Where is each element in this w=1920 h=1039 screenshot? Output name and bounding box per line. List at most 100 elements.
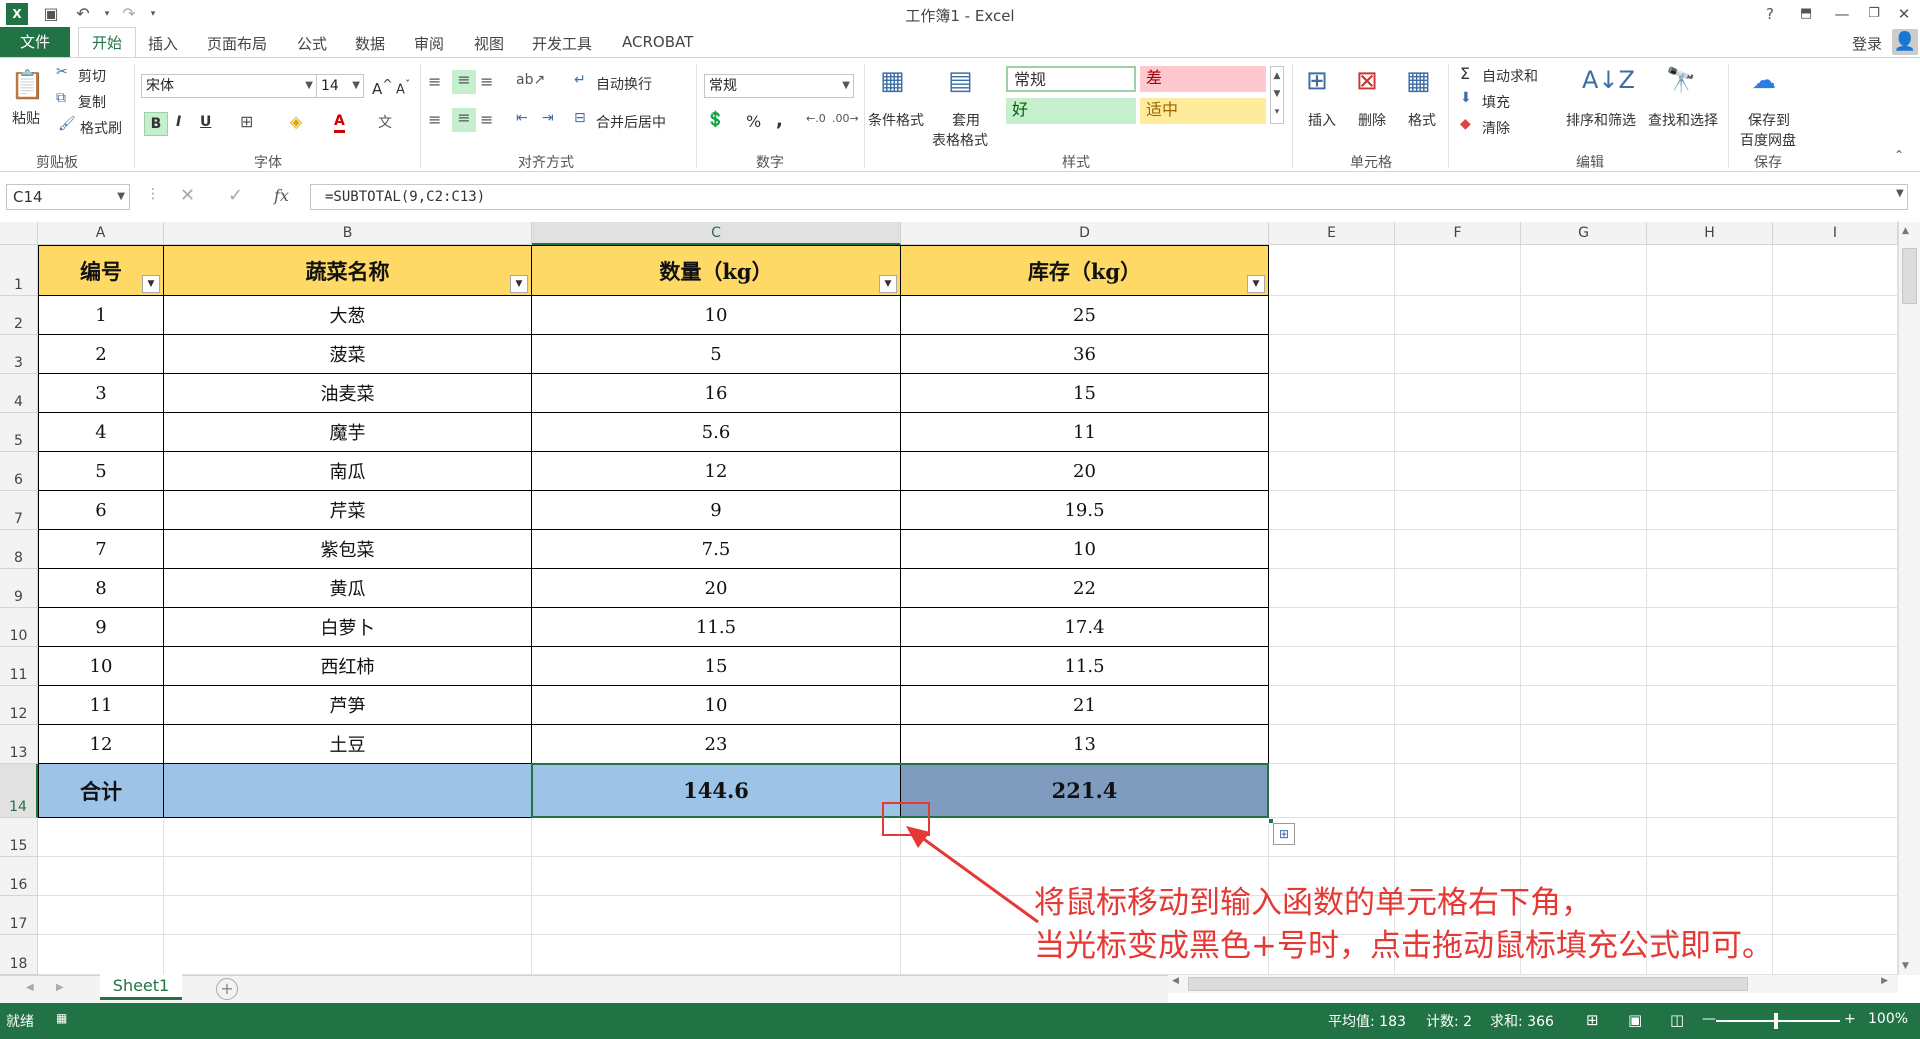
wrap-text-button[interactable]: 自动换行 (596, 74, 652, 94)
align-middle-icon[interactable]: ≡ (452, 70, 476, 94)
column-header-c[interactable]: C (532, 222, 901, 245)
table-cell[interactable]: 5 (38, 452, 164, 491)
paste-icon[interactable]: 📋 (10, 68, 45, 101)
column-header-g[interactable]: G (1521, 222, 1647, 245)
style-good[interactable]: 好 (1006, 98, 1136, 124)
font-color-icon[interactable]: A (334, 112, 345, 133)
total-cell[interactable] (164, 764, 532, 818)
table-cell[interactable]: 11 (901, 413, 1269, 452)
font-name-select[interactable]: 宋体 ▼ (141, 74, 317, 98)
tab-review[interactable]: 审阅 (414, 33, 444, 54)
table-cell[interactable]: 4 (38, 413, 164, 452)
sign-in-link[interactable]: 登录 (1852, 33, 1882, 54)
table-cell[interactable]: 6 (38, 491, 164, 530)
horizontal-scroll-thumb[interactable] (1188, 977, 1748, 991)
table-cell[interactable]: 黄瓜 (164, 569, 532, 608)
table-cell[interactable]: 20 (532, 569, 901, 608)
scroll-up-icon[interactable]: ▲ (1902, 226, 1909, 236)
vertical-scroll-thumb[interactable] (1902, 248, 1917, 304)
copy-button[interactable]: 复制 (78, 92, 106, 112)
table-cell[interactable]: 10 (532, 296, 901, 335)
table-cell[interactable]: 芦笋 (164, 686, 532, 725)
conditional-format-button[interactable]: 条件格式 (868, 110, 924, 130)
grow-font-icon[interactable]: A^ (372, 76, 393, 98)
tab-view[interactable]: 视图 (474, 33, 504, 54)
table-cell[interactable]: 15 (532, 647, 901, 686)
table-cell[interactable]: 17.4 (901, 608, 1269, 647)
table-cell[interactable]: 10 (38, 647, 164, 686)
increase-indent-icon[interactable]: ⇥ (542, 110, 554, 126)
table-cell[interactable]: 大葱 (164, 296, 532, 335)
tab-file[interactable]: 文件 (0, 27, 70, 57)
table-cell[interactable]: 10 (532, 686, 901, 725)
zoom-out-icon[interactable]: — (1702, 1011, 1716, 1027)
table-cell[interactable]: 9 (38, 608, 164, 647)
currency-icon[interactable]: 💲 (706, 110, 725, 128)
tab-formulas[interactable]: 公式 (297, 33, 327, 54)
row-header-12[interactable]: 12 (0, 686, 38, 725)
fill-button[interactable]: 填充 (1482, 92, 1510, 112)
decrease-indent-icon[interactable]: ⇤ (516, 110, 528, 126)
row-header-11[interactable]: 11 (0, 647, 38, 686)
table-cell[interactable]: 土豆 (164, 725, 532, 764)
table-cell[interactable]: 5 (532, 335, 901, 374)
italic-button[interactable]: I (176, 114, 181, 130)
zoom-in-icon[interactable]: + (1844, 1011, 1856, 1027)
normal-view-icon[interactable]: ⊞ (1586, 1011, 1599, 1029)
paste-button[interactable]: 粘贴 (12, 108, 40, 128)
column-header-b[interactable]: B (164, 222, 532, 245)
prev-sheet-icon[interactable]: ◀ (26, 982, 34, 993)
header-cell[interactable]: 库存（kg） ▼ (901, 245, 1269, 296)
cancel-icon[interactable]: ✕ (180, 185, 195, 206)
table-cell[interactable]: 16 (532, 374, 901, 413)
scroll-left-icon[interactable]: ◀ (1172, 976, 1179, 986)
filter-dropdown-icon[interactable]: ▼ (1247, 275, 1265, 293)
vertical-scrollbar[interactable]: ▲ ▼ (1898, 222, 1920, 975)
shrink-font-icon[interactable]: Aˇ (396, 78, 410, 97)
table-cell[interactable]: 菠菜 (164, 335, 532, 374)
clear-button[interactable]: 清除 (1482, 118, 1510, 138)
table-cell[interactable]: 紫包菜 (164, 530, 532, 569)
font-size-select[interactable]: 14 ▼ (316, 74, 364, 98)
horizontal-scrollbar[interactable]: ◀ ▶ (1168, 975, 1898, 993)
row-header-16[interactable]: 16 (0, 857, 38, 896)
table-cell[interactable]: 11.5 (901, 647, 1269, 686)
align-right-icon[interactable]: ≡ (480, 110, 493, 129)
decrease-decimal-icon[interactable]: .00→ (832, 112, 859, 125)
styles-scroll-icon[interactable]: ▲ ▼ ▾ (1270, 66, 1284, 124)
table-cell[interactable]: 白萝卜 (164, 608, 532, 647)
row-header-15[interactable]: 15 (0, 818, 38, 857)
next-sheet-icon[interactable]: ▶ (56, 982, 64, 993)
align-top-icon[interactable]: ≡ (428, 72, 441, 91)
table-cell[interactable]: 20 (901, 452, 1269, 491)
style-neutral[interactable]: 适中 (1140, 98, 1266, 124)
row-header-18[interactable]: 18 (0, 935, 38, 975)
phonetic-icon[interactable]: 文 (378, 112, 392, 132)
format-cells-button[interactable]: 格式 (1408, 110, 1436, 130)
percent-button[interactable]: % (746, 112, 761, 131)
table-cell[interactable]: 8 (38, 569, 164, 608)
close-icon[interactable]: ✕ (1886, 2, 1920, 26)
align-bottom-icon[interactable]: ≡ (480, 72, 493, 91)
header-cell[interactable]: 编号 ▼ (38, 245, 164, 296)
page-layout-view-icon[interactable]: ▣ (1628, 1011, 1642, 1029)
header-cell[interactable]: 数量（kg） ▼ (532, 245, 901, 296)
increase-decimal-icon[interactable]: ←.0 (806, 112, 826, 125)
row-header-13[interactable]: 13 (0, 725, 38, 764)
row-header-1[interactable]: 1 (0, 245, 38, 296)
table-cell[interactable]: 5.6 (532, 413, 901, 452)
number-format-select[interactable]: 常规 ▼ (704, 74, 854, 98)
table-cell[interactable]: 21 (901, 686, 1269, 725)
formula-input[interactable]: =SUBTOTAL(9,C2:C13) (310, 184, 1908, 210)
row-header-6[interactable]: 6 (0, 452, 38, 491)
table-cell[interactable]: 11 (38, 686, 164, 725)
align-left-icon[interactable]: ≡ (428, 110, 441, 129)
column-header-i[interactable]: I (1773, 222, 1898, 245)
help-button[interactable]: ? (1752, 2, 1788, 26)
table-cell[interactable]: 36 (901, 335, 1269, 374)
tab-developer[interactable]: 开发工具 (532, 33, 592, 54)
row-header-5[interactable]: 5 (0, 413, 38, 452)
filter-dropdown-icon[interactable]: ▼ (510, 275, 528, 293)
merge-center-button[interactable]: 合并后居中 (596, 112, 666, 132)
table-cell[interactable]: 9 (532, 491, 901, 530)
